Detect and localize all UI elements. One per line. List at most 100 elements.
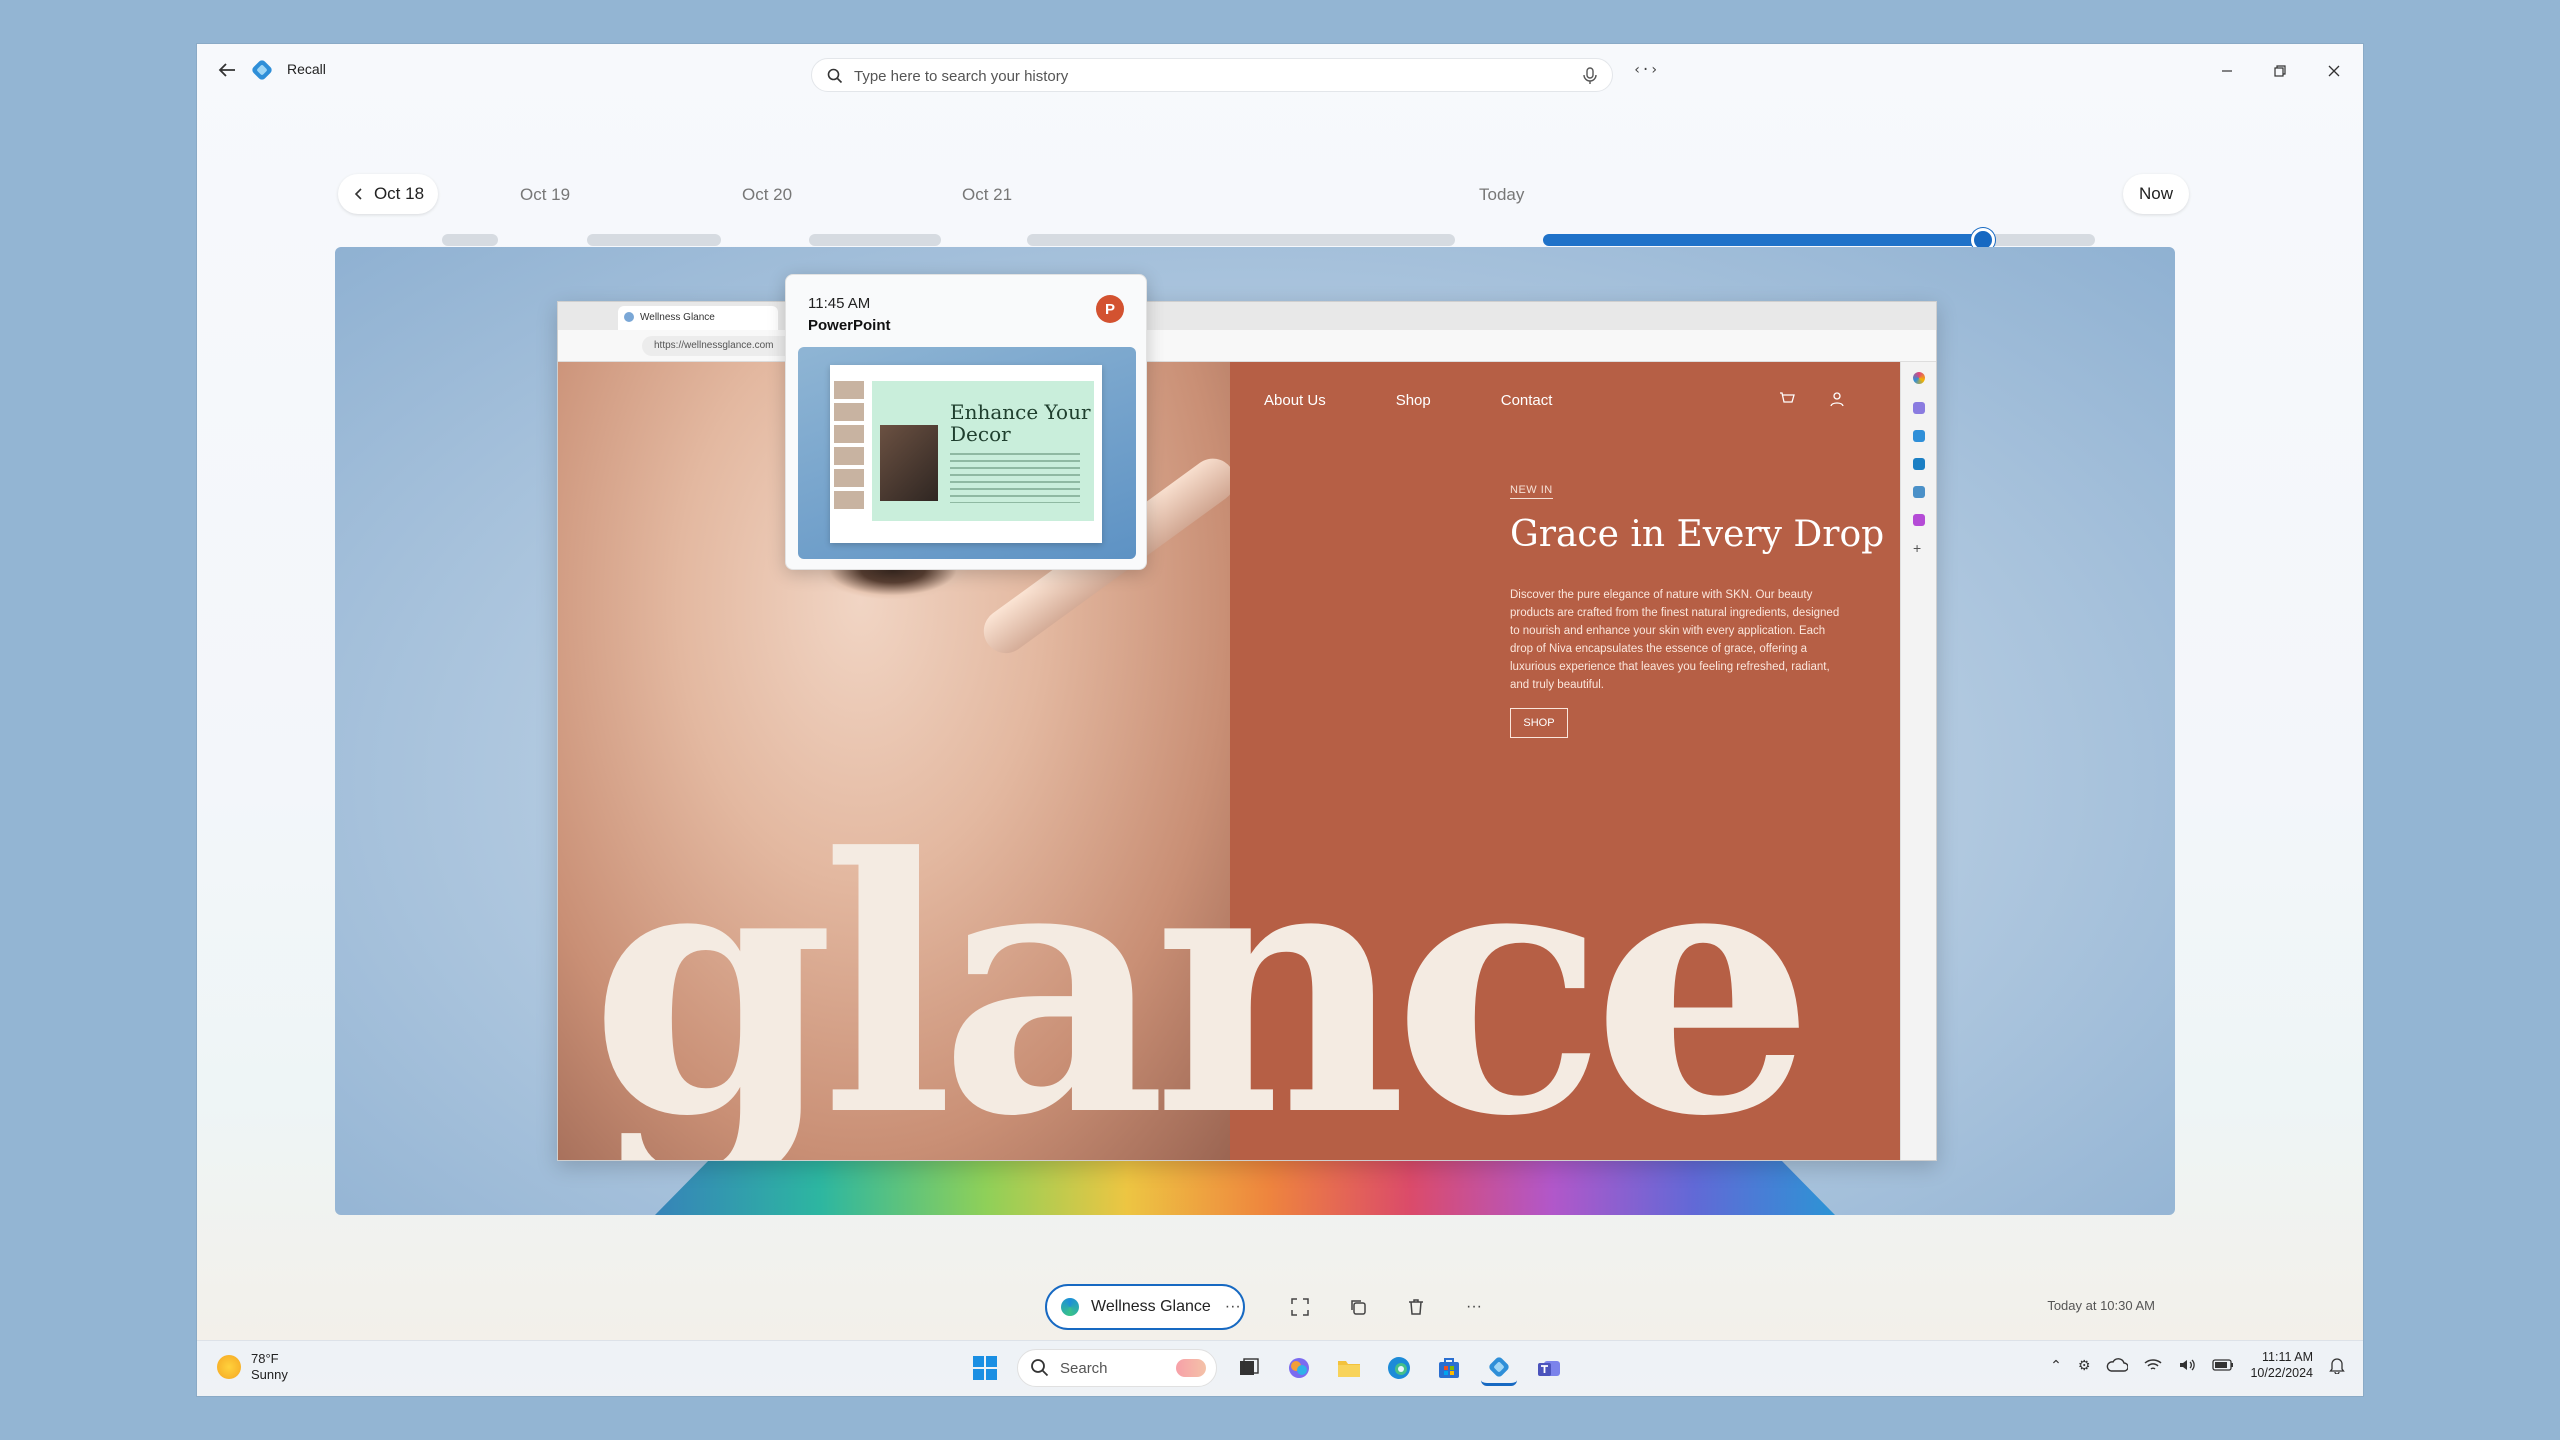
onedrive-icon[interactable] <box>2106 1357 2129 1373</box>
snapshot-preview[interactable]: Wellness Glance https://wellnessglance.c… <box>335 247 2175 1215</box>
site-nav: About Us Shop Contact <box>1264 392 1552 409</box>
powerpoint-window-thumbnail: Enhance Your Decor <box>830 365 1102 543</box>
battery-icon[interactable] <box>2212 1359 2234 1371</box>
new-in-label: NEW IN <box>1510 484 1553 499</box>
nav-about: About Us <box>1264 392 1326 409</box>
timeline-active-range[interactable] <box>1543 234 1983 246</box>
network-settings-icon[interactable]: ⚙ <box>2078 1357 2091 1374</box>
weather-widget[interactable]: 78°F Sunny <box>217 1351 288 1383</box>
search-highlight-icon <box>1176 1359 1206 1377</box>
sidebar-tool-icon <box>1913 486 1925 498</box>
timeline-date-today[interactable]: Today <box>1479 185 1524 205</box>
minimize-icon <box>2222 70 2232 72</box>
back-arrow-icon[interactable] <box>215 58 239 82</box>
timeline-prev-button[interactable]: Oct 18 <box>338 174 438 214</box>
copilot-icon <box>1289 1358 1309 1378</box>
teams-icon <box>1538 1361 1560 1376</box>
slide-title: Enhance Your Decor <box>950 400 1091 446</box>
timeline-segment[interactable] <box>1027 234 1455 246</box>
timeline-start-label: Oct 18 <box>373 184 425 203</box>
sidebar-tool-icon <box>1913 458 1925 470</box>
taskbar-search[interactable]: Search <box>1017 1349 1217 1387</box>
powerpoint-icon: P <box>1096 295 1124 323</box>
timeline-now-label: Now <box>2138 184 2173 203</box>
delete-button[interactable] <box>1399 1290 1433 1324</box>
timeline: Oct 18 Oct 19 Oct 20 Oct 21 Today Now <box>197 164 2363 252</box>
timeline-date-oct20[interactable]: Oct 20 <box>742 185 792 205</box>
show-hidden-icons-icon[interactable]: ⌃ <box>2050 1357 2062 1374</box>
close-button[interactable] <box>2319 56 2349 86</box>
recall-window: Recall ‹·› Oct 18 Oct 19 Oct 20 Oct 21 T… <box>197 44 2363 1396</box>
chevron-left-icon <box>354 188 362 200</box>
restore-button[interactable] <box>2265 56 2295 86</box>
start-button[interactable] <box>967 1350 1003 1386</box>
copy-button[interactable] <box>1341 1290 1375 1324</box>
focus-frame-icon <box>1291 1298 1309 1316</box>
copilot-button[interactable] <box>1281 1350 1317 1386</box>
app-chip-label: Wellness Glance <box>1091 1298 1211 1315</box>
weather-temp: 78°F <box>251 1351 279 1366</box>
timeline-segment[interactable] <box>587 234 721 246</box>
browser-tab-strip: Wellness Glance <box>558 302 1936 330</box>
wifi-icon[interactable] <box>2144 1357 2162 1373</box>
task-view-button[interactable] <box>1231 1350 1267 1386</box>
recall-taskbar-button[interactable] <box>1481 1350 1517 1386</box>
notification-bell-icon[interactable] <box>2329 1356 2345 1374</box>
sidebar-tool-icon <box>1913 430 1925 442</box>
slide-text-lines <box>950 453 1080 503</box>
sidebar-add-icon: + <box>1913 540 1922 556</box>
app-chip-wellness-glance[interactable]: Wellness Glance ··· <box>1045 1284 1245 1330</box>
cart-icon <box>1780 392 1795 403</box>
clock[interactable]: 11:11 AM 10/22/2024 <box>2250 1349 2313 1381</box>
timeline-segment[interactable] <box>809 234 941 246</box>
app-title: Recall <box>287 61 326 77</box>
timeline-now-button[interactable]: Now <box>2123 174 2189 214</box>
code-icon[interactable]: ‹·› <box>1633 62 1659 82</box>
microphone-icon[interactable] <box>1580 66 1600 86</box>
app-chip-more-icon[interactable]: ··· <box>1225 1298 1241 1316</box>
hover-card-time: 11:45 AM <box>808 295 871 312</box>
slide-preview: Enhance Your Decor <box>872 381 1094 521</box>
history-search[interactable] <box>811 58 1613 92</box>
weather-condition: Sunny <box>251 1367 288 1382</box>
hero-body: Discover the pure elegance of nature wit… <box>1510 589 1840 691</box>
volume-icon[interactable] <box>2178 1357 2196 1373</box>
timeline-date-oct21[interactable]: Oct 21 <box>962 185 1012 205</box>
browser-window-snapshot: Wellness Glance https://wellnessglance.c… <box>557 301 1937 1161</box>
history-search-input[interactable] <box>854 65 1534 87</box>
favicon-icon <box>624 312 634 322</box>
system-tray: ⌃ ⚙ 11:11 AM 10/22/2024 <box>2050 1349 2345 1381</box>
more-options-button[interactable]: ··· <box>1457 1290 1491 1324</box>
recall-app-icon <box>252 60 272 80</box>
timeline-hover-card[interactable]: 11:45 AM PowerPoint P Enhance Your Decor <box>785 274 1147 570</box>
file-explorer-button[interactable] <box>1331 1350 1367 1386</box>
store-icon <box>1439 1358 1459 1378</box>
nav-contact: Contact <box>1500 392 1553 409</box>
browser-tab-title: Wellness Glance <box>640 312 715 323</box>
browser-address-bar: https://wellnessglance.com <box>558 330 1936 362</box>
edge-button[interactable] <box>1381 1350 1417 1386</box>
minimize-button[interactable] <box>2212 56 2242 86</box>
hover-card-app: PowerPoint <box>808 317 891 334</box>
shop-button: SHOP <box>1510 708 1568 738</box>
more-icon: ··· <box>1466 1298 1482 1315</box>
slide-thumbnails <box>834 381 864 531</box>
teams-button[interactable] <box>1531 1350 1567 1386</box>
copy-icon <box>1351 1300 1366 1315</box>
hover-card-thumbnail[interactable]: Enhance Your Decor <box>798 347 1136 559</box>
glance-wordmark: glance <box>590 781 1815 1160</box>
timeline-segment[interactable] <box>442 234 498 246</box>
sun-icon <box>217 1355 241 1379</box>
taskbar-search-label: Search <box>1060 1359 1108 1377</box>
taskbar-apps: Search <box>967 1349 1567 1387</box>
click-to-do-button[interactable] <box>1283 1290 1317 1324</box>
store-button[interactable] <box>1431 1350 1467 1386</box>
browser-tab: Wellness Glance <box>618 306 778 330</box>
timeline-segment[interactable] <box>1983 234 2095 246</box>
close-icon <box>2328 65 2340 77</box>
trash-icon <box>1409 1299 1423 1315</box>
timeline-date-oct19[interactable]: Oct 19 <box>520 185 570 205</box>
search-icon <box>827 68 843 84</box>
weather-text: 78°F Sunny <box>251 1351 288 1383</box>
folder-icon <box>1338 1361 1360 1377</box>
